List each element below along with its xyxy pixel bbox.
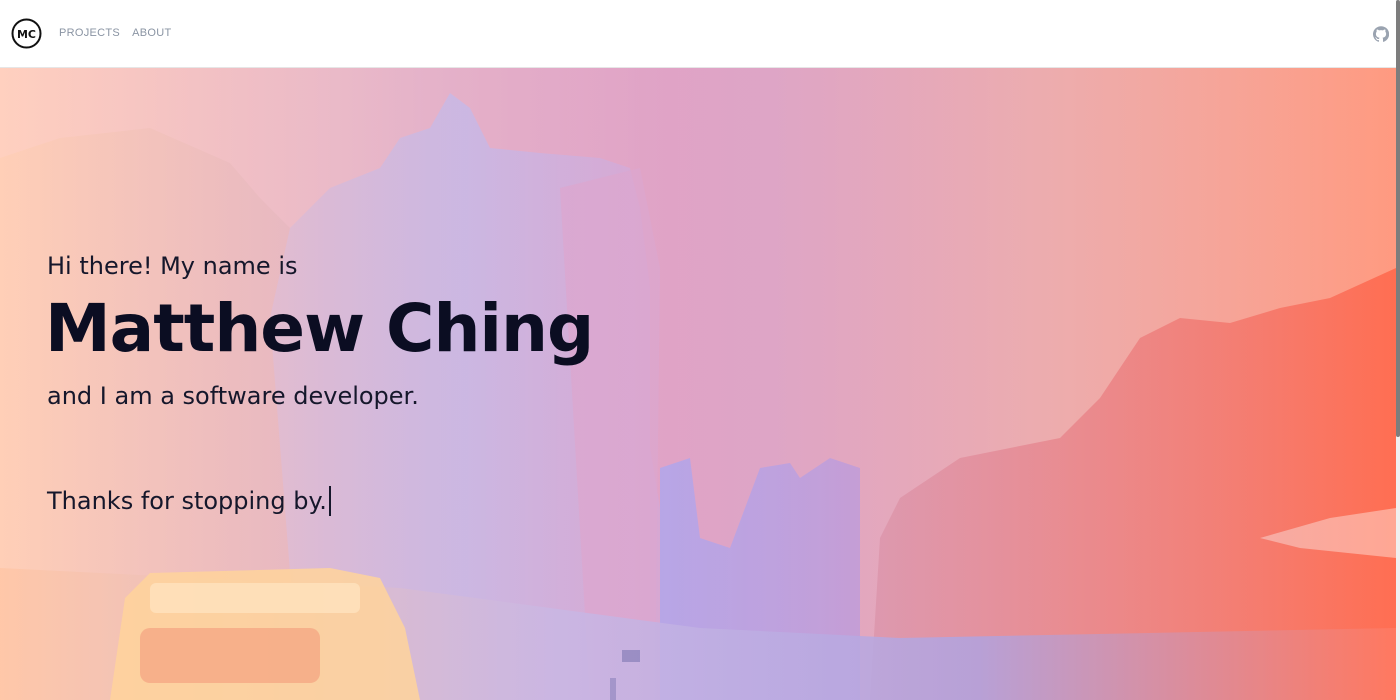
name-heading: Matthew Ching [45,290,594,367]
typing-caret [328,486,331,516]
greeting-text: Hi there! My name is [47,252,298,280]
scrollbar[interactable] [1396,0,1400,700]
hero-section: Hi there! My name is Matthew Ching and I… [0,68,1396,700]
logo-text: MC [17,28,36,41]
page: MC PROJECTS ABOUT Hi there! My name is M… [0,0,1400,700]
nav-link-about[interactable]: ABOUT [132,26,171,40]
logo-icon[interactable]: MC [11,18,42,49]
nav-links: PROJECTS ABOUT [59,26,171,40]
scrollbar-thumb[interactable] [1396,0,1400,437]
van-graphic [110,568,420,700]
github-icon[interactable] [1373,26,1389,42]
tagline-text: and I am a software developer. [47,382,419,410]
navbar: MC PROJECTS ABOUT [0,0,1400,68]
thanks-line: Thanks for stopping by. [47,485,331,517]
thanks-text: Thanks for stopping by. [47,487,327,515]
nav-link-projects[interactable]: PROJECTS [59,26,120,40]
